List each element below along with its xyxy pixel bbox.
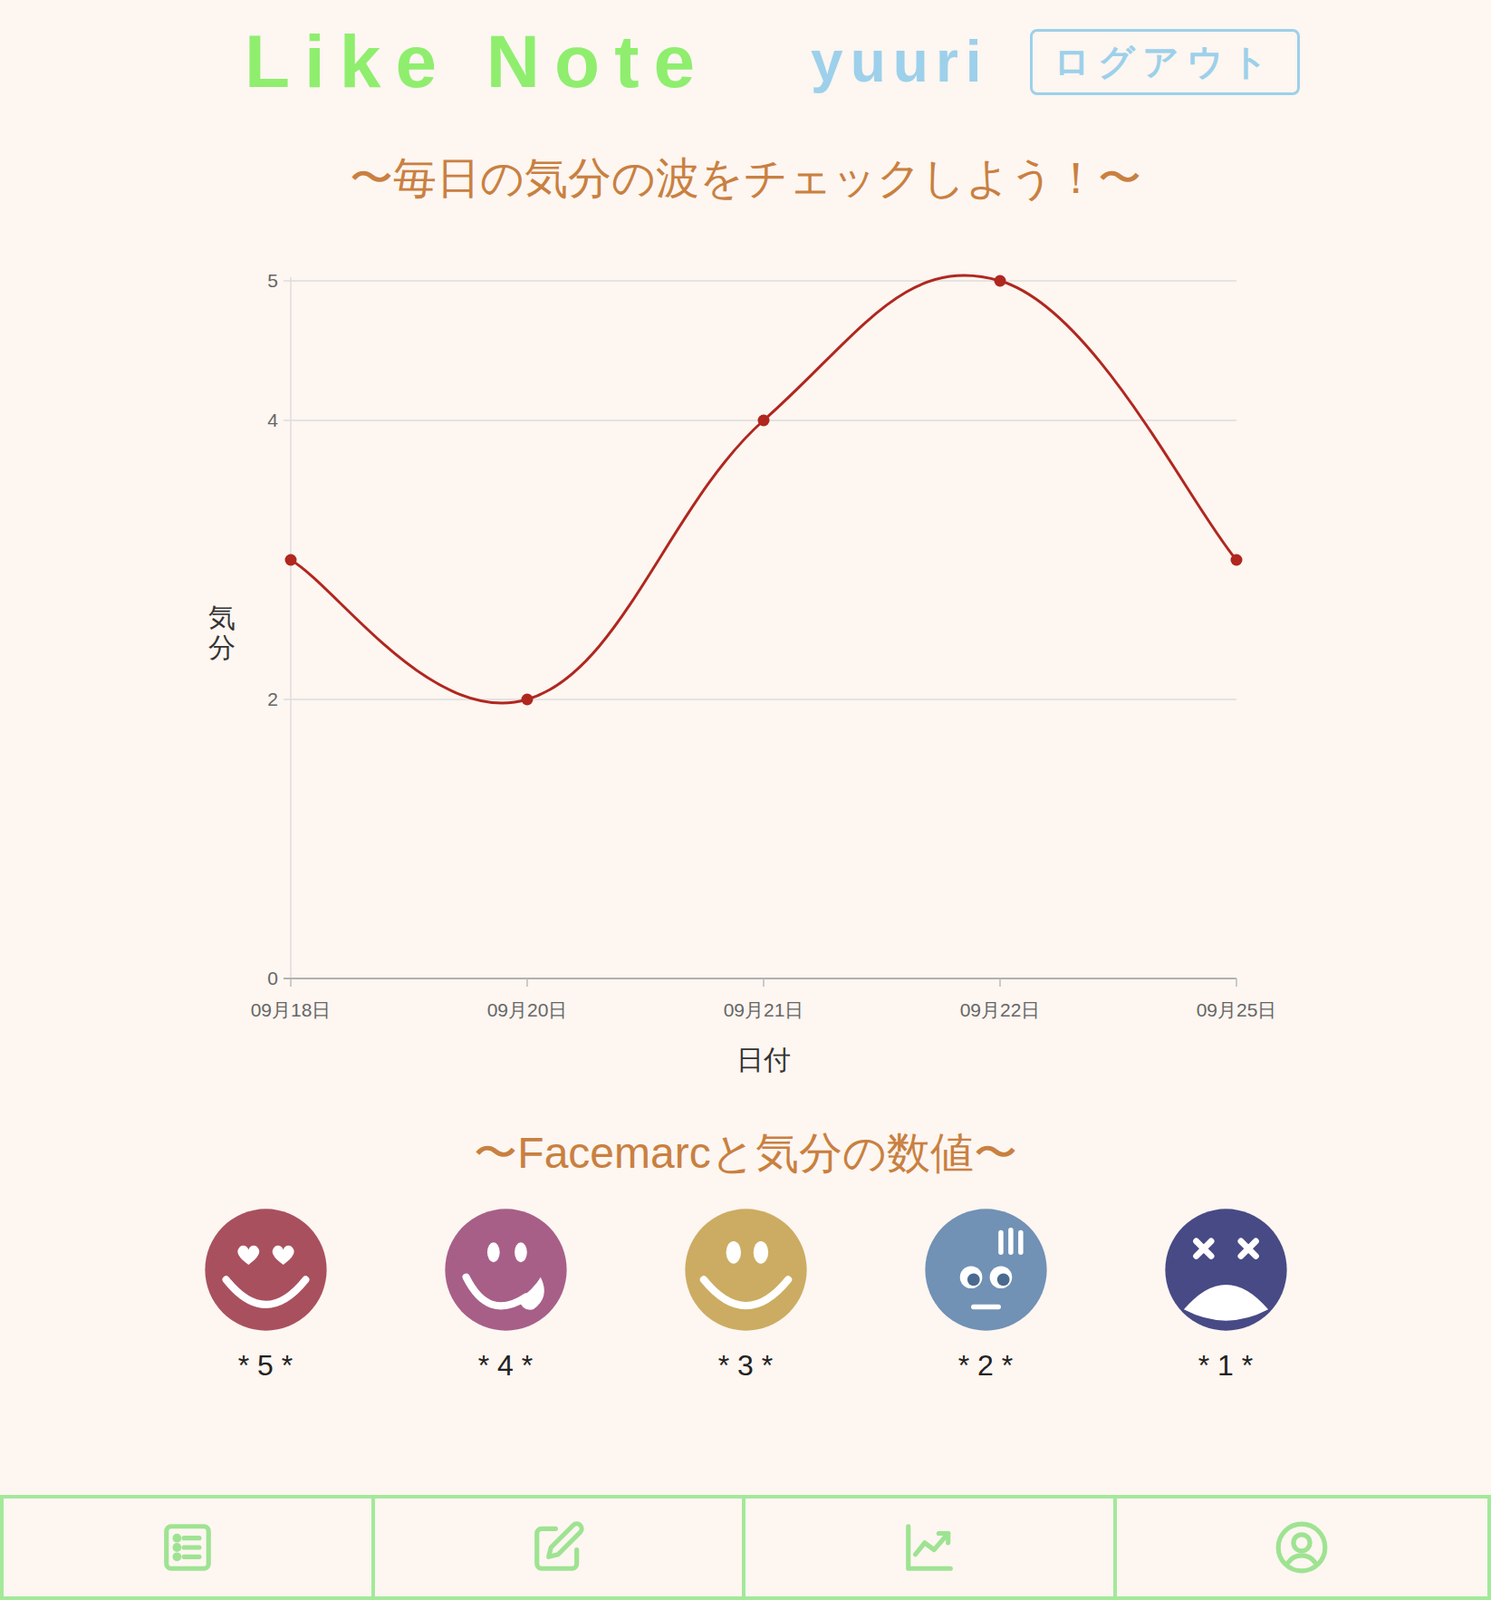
user-name: yuuri <box>810 29 989 94</box>
mood-point[interactable] <box>758 414 770 427</box>
face-value: * 3 * <box>718 1346 773 1384</box>
edit-icon <box>529 1519 587 1576</box>
face-item: * 2 * <box>865 1207 1107 1384</box>
y-tick-label: 4 <box>267 409 279 431</box>
face-item: * 3 * <box>625 1207 866 1384</box>
y-tick-label: 0 <box>267 967 279 989</box>
chart-title: 〜毎日の気分の波をチェックしよう！〜 <box>0 153 1491 204</box>
mood-series <box>285 275 1243 706</box>
tongue-face-icon <box>443 1207 568 1332</box>
x-tick-mark <box>999 978 1001 987</box>
x-tick-label: 09月25日 <box>1196 999 1278 1020</box>
logout-button[interactable]: ログアウト <box>1029 28 1300 96</box>
y-tick: 5 <box>267 269 1237 291</box>
face-value: * 4 * <box>478 1346 533 1384</box>
y-tick-label: 5 <box>267 269 279 291</box>
mood-chart: 気分 5 4 2 0 09月18日 09月20日 09月21日 09月22日 09月25日日付 <box>0 244 1491 1078</box>
y-axis <box>289 277 292 979</box>
list-icon <box>159 1519 216 1576</box>
line-chart: 5 4 2 0 09月18日 09月20日 09月21日 09月22日 09月25日日付 <box>244 244 1305 1078</box>
mood-page: Like Noteyuuriログアウト〜毎日の気分の波をチェックしよう！〜気分5… <box>0 0 1491 1600</box>
x-tick-label: 09月21日 <box>723 999 805 1020</box>
x-tick: 09月22日 <box>960 978 1041 1020</box>
chart-tab[interactable] <box>745 1498 1117 1597</box>
legend-title: 〜Facemarcと気分の数値〜 <box>0 1127 1491 1179</box>
y-tick: 4 <box>267 409 1237 431</box>
x-tick-mark <box>526 978 529 987</box>
smile-face-icon <box>683 1207 809 1332</box>
grid-line <box>283 977 1237 980</box>
x-tick-label: 09月18日 <box>250 999 332 1020</box>
app-header: Like Note yuuri ログアウト <box>0 0 1491 101</box>
grid-line <box>283 698 1237 701</box>
mood-point[interactable] <box>285 554 298 567</box>
x-axis-label: 日付 <box>736 1044 791 1075</box>
face-value: * 2 * <box>958 1346 1013 1384</box>
write-tab[interactable] <box>375 1498 747 1597</box>
face-item: * 4 * <box>385 1207 626 1384</box>
face-value: * 5 * <box>238 1346 293 1384</box>
app-logo: Like Note <box>244 22 710 101</box>
mood-line <box>290 275 1237 703</box>
x-tick: 09月18日 <box>250 978 332 1020</box>
x-tick: 09月25日 <box>1196 978 1278 1020</box>
face-item: * 5 * <box>145 1207 386 1384</box>
x-tick-mark <box>1235 978 1238 987</box>
x-tick-mark <box>762 978 765 987</box>
love-face-icon <box>203 1207 328 1332</box>
list-tab[interactable] <box>3 1498 376 1597</box>
face-value: * 1 * <box>1198 1346 1253 1384</box>
y-tick: 0 <box>267 967 1237 989</box>
x-tick-label: 09月22日 <box>960 999 1041 1020</box>
x-tick-label: 09月20日 <box>487 999 568 1020</box>
y-axis-label: 気分 <box>208 602 236 663</box>
face-item: * 1 * <box>1106 1207 1347 1384</box>
face-legend: * 5 * * 4 * * 3 * * 2 * * 1 * <box>0 1207 1491 1384</box>
y-tick-label: 2 <box>267 688 279 710</box>
x-tick: 09月20日 <box>487 978 568 1020</box>
mood-point[interactable] <box>1231 554 1243 567</box>
mood-point[interactable] <box>994 275 1007 288</box>
mood-point[interactable] <box>521 693 534 706</box>
y-tick: 2 <box>267 688 1237 710</box>
nervous-face-icon <box>923 1207 1049 1332</box>
x-tick-mark <box>289 978 292 987</box>
grid-line <box>283 279 1237 282</box>
user-icon <box>1273 1519 1330 1576</box>
x-tick: 09月21日 <box>723 978 805 1020</box>
profile-tab[interactable] <box>1116 1498 1489 1597</box>
chart-icon <box>901 1519 958 1576</box>
dizzy-face-icon <box>1163 1207 1289 1332</box>
bottom-nav <box>0 1494 1491 1600</box>
